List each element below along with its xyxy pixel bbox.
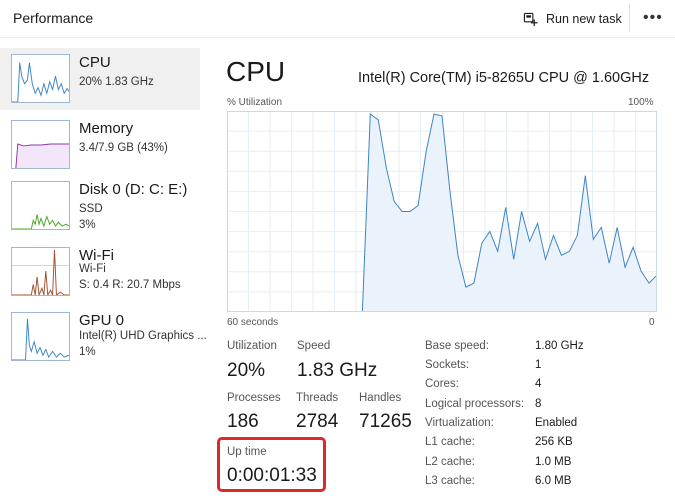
sidebar-item-detail: Intel(R) UHD Graphics ...: [79, 330, 207, 342]
spec-value: 4: [535, 378, 542, 390]
sidebar-item-label: GPU 0: [79, 312, 125, 329]
sidebar-item-detail: 3.4/7.9 GB (43%): [79, 142, 168, 154]
spec-label: L2 cache:: [425, 456, 475, 468]
memory-thumbnail: [11, 120, 70, 169]
speed-value: 1.83 GHz: [297, 360, 378, 381]
utilization-value: 20%: [227, 360, 266, 381]
graph-y-max-label: 100%: [628, 97, 654, 108]
spec-value: Enabled: [535, 417, 578, 429]
sidebar-item-label: CPU: [79, 54, 111, 71]
sidebar-item-wifi[interactable]: Wi-Fi Wi-Fi S: 0.4 R: 20.7 Mbps: [0, 241, 200, 303]
speed-label: Speed: [297, 340, 331, 352]
graph-x-left-label: 60 seconds: [227, 317, 279, 328]
spec-value: 6.0 MB: [535, 475, 572, 487]
sidebar-item-memory[interactable]: Memory 3.4/7.9 GB (43%): [0, 114, 200, 176]
cpu-thumbnail: [11, 54, 70, 103]
wifi-thumbnail-graph: [12, 249, 69, 295]
utilization-label: Utilization: [227, 340, 277, 352]
run-task-icon: [523, 12, 538, 26]
sidebar-item-gpu[interactable]: GPU 0 Intel(R) UHD Graphics ... 1%: [0, 306, 207, 368]
sidebar-item-label: Disk 0 (D: C: E:): [79, 181, 188, 198]
title-bar: Performance Run new task •••: [0, 0, 675, 38]
cpu-utilization-graph: [227, 111, 657, 312]
spec-value: 256 KB: [535, 436, 573, 448]
cpu-model: Intel(R) Core(TM) i5-8265U CPU @ 1.60GHz: [358, 70, 650, 86]
spec-value: 8: [535, 398, 542, 410]
processes-label: Processes: [227, 392, 281, 404]
threads-label: Threads: [296, 392, 339, 404]
cpu-thumbnail-graph: [12, 62, 69, 102]
sidebar-item-detail: Wi-Fi: [79, 263, 106, 275]
resource-list: CPU 20% 1.83 GHz Memory 3.4/7.9 GB (43%)…: [0, 44, 210, 500]
memory-thumbnail-graph: [12, 143, 69, 168]
sidebar-item-detail: 20% 1.83 GHz: [79, 76, 154, 88]
handles-label: Handles: [359, 392, 402, 404]
wifi-thumbnail: [11, 247, 70, 296]
spec-label: Logical processors:: [425, 398, 525, 410]
sidebar-item-detail: S: 0.4 R: 20.7 Mbps: [79, 279, 181, 291]
sidebar-item-label: Memory: [79, 120, 134, 137]
spec-label: Virtualization:: [425, 417, 494, 429]
spec-value: 1: [535, 359, 542, 371]
spec-label: Cores:: [425, 378, 459, 390]
uptime-label: Up time: [227, 446, 267, 458]
spec-value: 1.0 MB: [535, 456, 572, 468]
sidebar-item-detail: 3%: [79, 219, 96, 231]
disk-thumbnail-graph: [12, 214, 69, 229]
more-options-icon[interactable]: •••: [643, 8, 665, 28]
graph-x-right-label: 0: [649, 317, 655, 328]
gpu-thumbnail-graph: [12, 318, 69, 360]
run-new-task-label: Run new task: [546, 12, 622, 26]
gpu-thumbnail: [11, 312, 70, 361]
disk-thumbnail: [11, 181, 70, 230]
spec-label: Base speed:: [425, 340, 489, 352]
run-new-task-button[interactable]: Run new task: [523, 9, 622, 29]
processes-value: 186: [227, 411, 259, 432]
header-divider: [629, 4, 630, 32]
spec-value: 1.80 GHz: [535, 340, 584, 352]
spec-label: L1 cache:: [425, 436, 475, 448]
sidebar-item-detail: SSD: [79, 203, 103, 215]
sidebar-item-disk[interactable]: Disk 0 (D: C: E:) SSD 3%: [0, 175, 200, 237]
handles-value: 71265: [359, 411, 412, 432]
threads-value: 2784: [296, 411, 339, 432]
main-title: CPU: [226, 56, 286, 87]
graph-y-label: % Utilization: [227, 97, 283, 108]
spec-label: L3 cache:: [425, 475, 475, 487]
uptime-value: 0:00:01:33: [227, 465, 317, 486]
utilization-area: [362, 114, 657, 312]
sidebar-item-label: Wi-Fi: [79, 247, 114, 264]
sidebar-item-detail: 1%: [79, 346, 96, 358]
sidebar-item-cpu[interactable]: CPU 20% 1.83 GHz: [0, 48, 200, 110]
page-title: Performance: [13, 10, 94, 26]
spec-label: Sockets:: [425, 359, 470, 371]
